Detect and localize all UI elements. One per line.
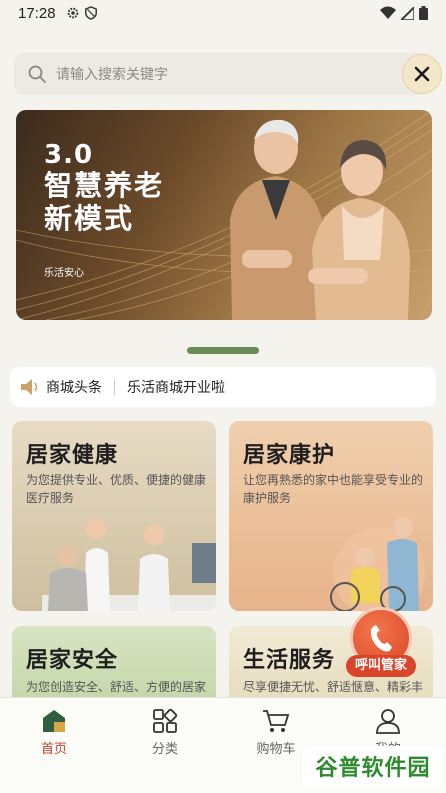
caregiver-wheelchair-illustration <box>330 517 425 611</box>
phone-icon <box>370 625 392 652</box>
signal-icon <box>401 6 414 20</box>
card-title: 居家康护 <box>243 443 336 468</box>
status-time: 17:28 <box>18 4 56 22</box>
category-icon <box>153 708 178 733</box>
profile-icon <box>376 709 400 734</box>
call-butler-label: 呼叫管家 <box>346 655 416 677</box>
promo-banner[interactable]: 3.0 智慧养老 新模式 乐活安心 <box>16 110 432 320</box>
news-label: 商城头条 <box>46 380 102 396</box>
watermark: 谷普软件园 <box>303 746 443 786</box>
battery-icon <box>419 6 428 20</box>
close-button[interactable] <box>402 54 442 94</box>
service-card-home-health[interactable]: 居家健康 为您提供专业、优质、便捷的健康医疗服务 <box>12 421 216 611</box>
tab-category[interactable]: 分类 <box>125 708 205 757</box>
search-bar[interactable]: 请输入搜索关键字 <box>14 53 432 95</box>
card-description: 为您提供专业、优质、便捷的健康医疗服务 <box>26 473 207 505</box>
search-icon <box>28 65 46 83</box>
service-card-home-care[interactable]: 居家康护 让您再熟悉的家中也能享受专业的康护服务 <box>229 421 433 611</box>
elderly-couple-illustration <box>230 119 410 320</box>
status-indicators <box>380 6 428 20</box>
doctor-consultation-illustration <box>42 519 216 611</box>
news-headline: 乐活商城开业啦 <box>127 380 225 396</box>
card-title: 生活服务 <box>243 648 336 673</box>
gear-icon <box>67 7 78 19</box>
news-divider <box>114 379 115 395</box>
news-ticker[interactable]: 商城头条 乐活商城开业啦 <box>10 367 436 407</box>
tab-home[interactable]: 首页 <box>14 708 94 757</box>
service-card-home-safety[interactable]: 居家安全 为您创造安全、舒适、方便的居家生活环境 <box>12 626 216 706</box>
cart-icon <box>263 710 290 732</box>
tab-label: 分类 <box>151 742 178 757</box>
tab-label: 首页 <box>40 742 67 757</box>
tab-label: 购物车 <box>256 742 296 757</box>
banner-tagline: 乐活安心 <box>44 268 84 279</box>
status-bar: 17:28 <box>0 0 446 26</box>
close-icon <box>414 66 430 82</box>
call-butler-button[interactable]: 呼叫管家 <box>346 605 416 677</box>
banner-line-1: 3.0 <box>44 140 94 170</box>
banner-headline: 3.0 智慧养老 新模式 <box>44 140 164 235</box>
card-title: 居家安全 <box>26 648 119 673</box>
card-title: 居家健康 <box>26 443 119 468</box>
speaker-icon <box>21 379 38 395</box>
banner-line-2: 智慧养老 <box>44 169 165 203</box>
app-screen: 17:28 请输入搜索关键字 3.0 智慧养老 新模式 乐活安心 商城头条 乐活… <box>0 0 446 793</box>
wifi-icon <box>380 6 396 19</box>
search-placeholder: 请输入搜索关键字 <box>56 67 168 83</box>
shield-icon <box>84 6 97 20</box>
banner-line-3: 新模式 <box>44 201 135 235</box>
home-icon <box>43 710 65 732</box>
banner-pager-indicator <box>187 347 259 354</box>
card-description: 让您再熟悉的家中也能享受专业的康护服务 <box>243 473 424 505</box>
